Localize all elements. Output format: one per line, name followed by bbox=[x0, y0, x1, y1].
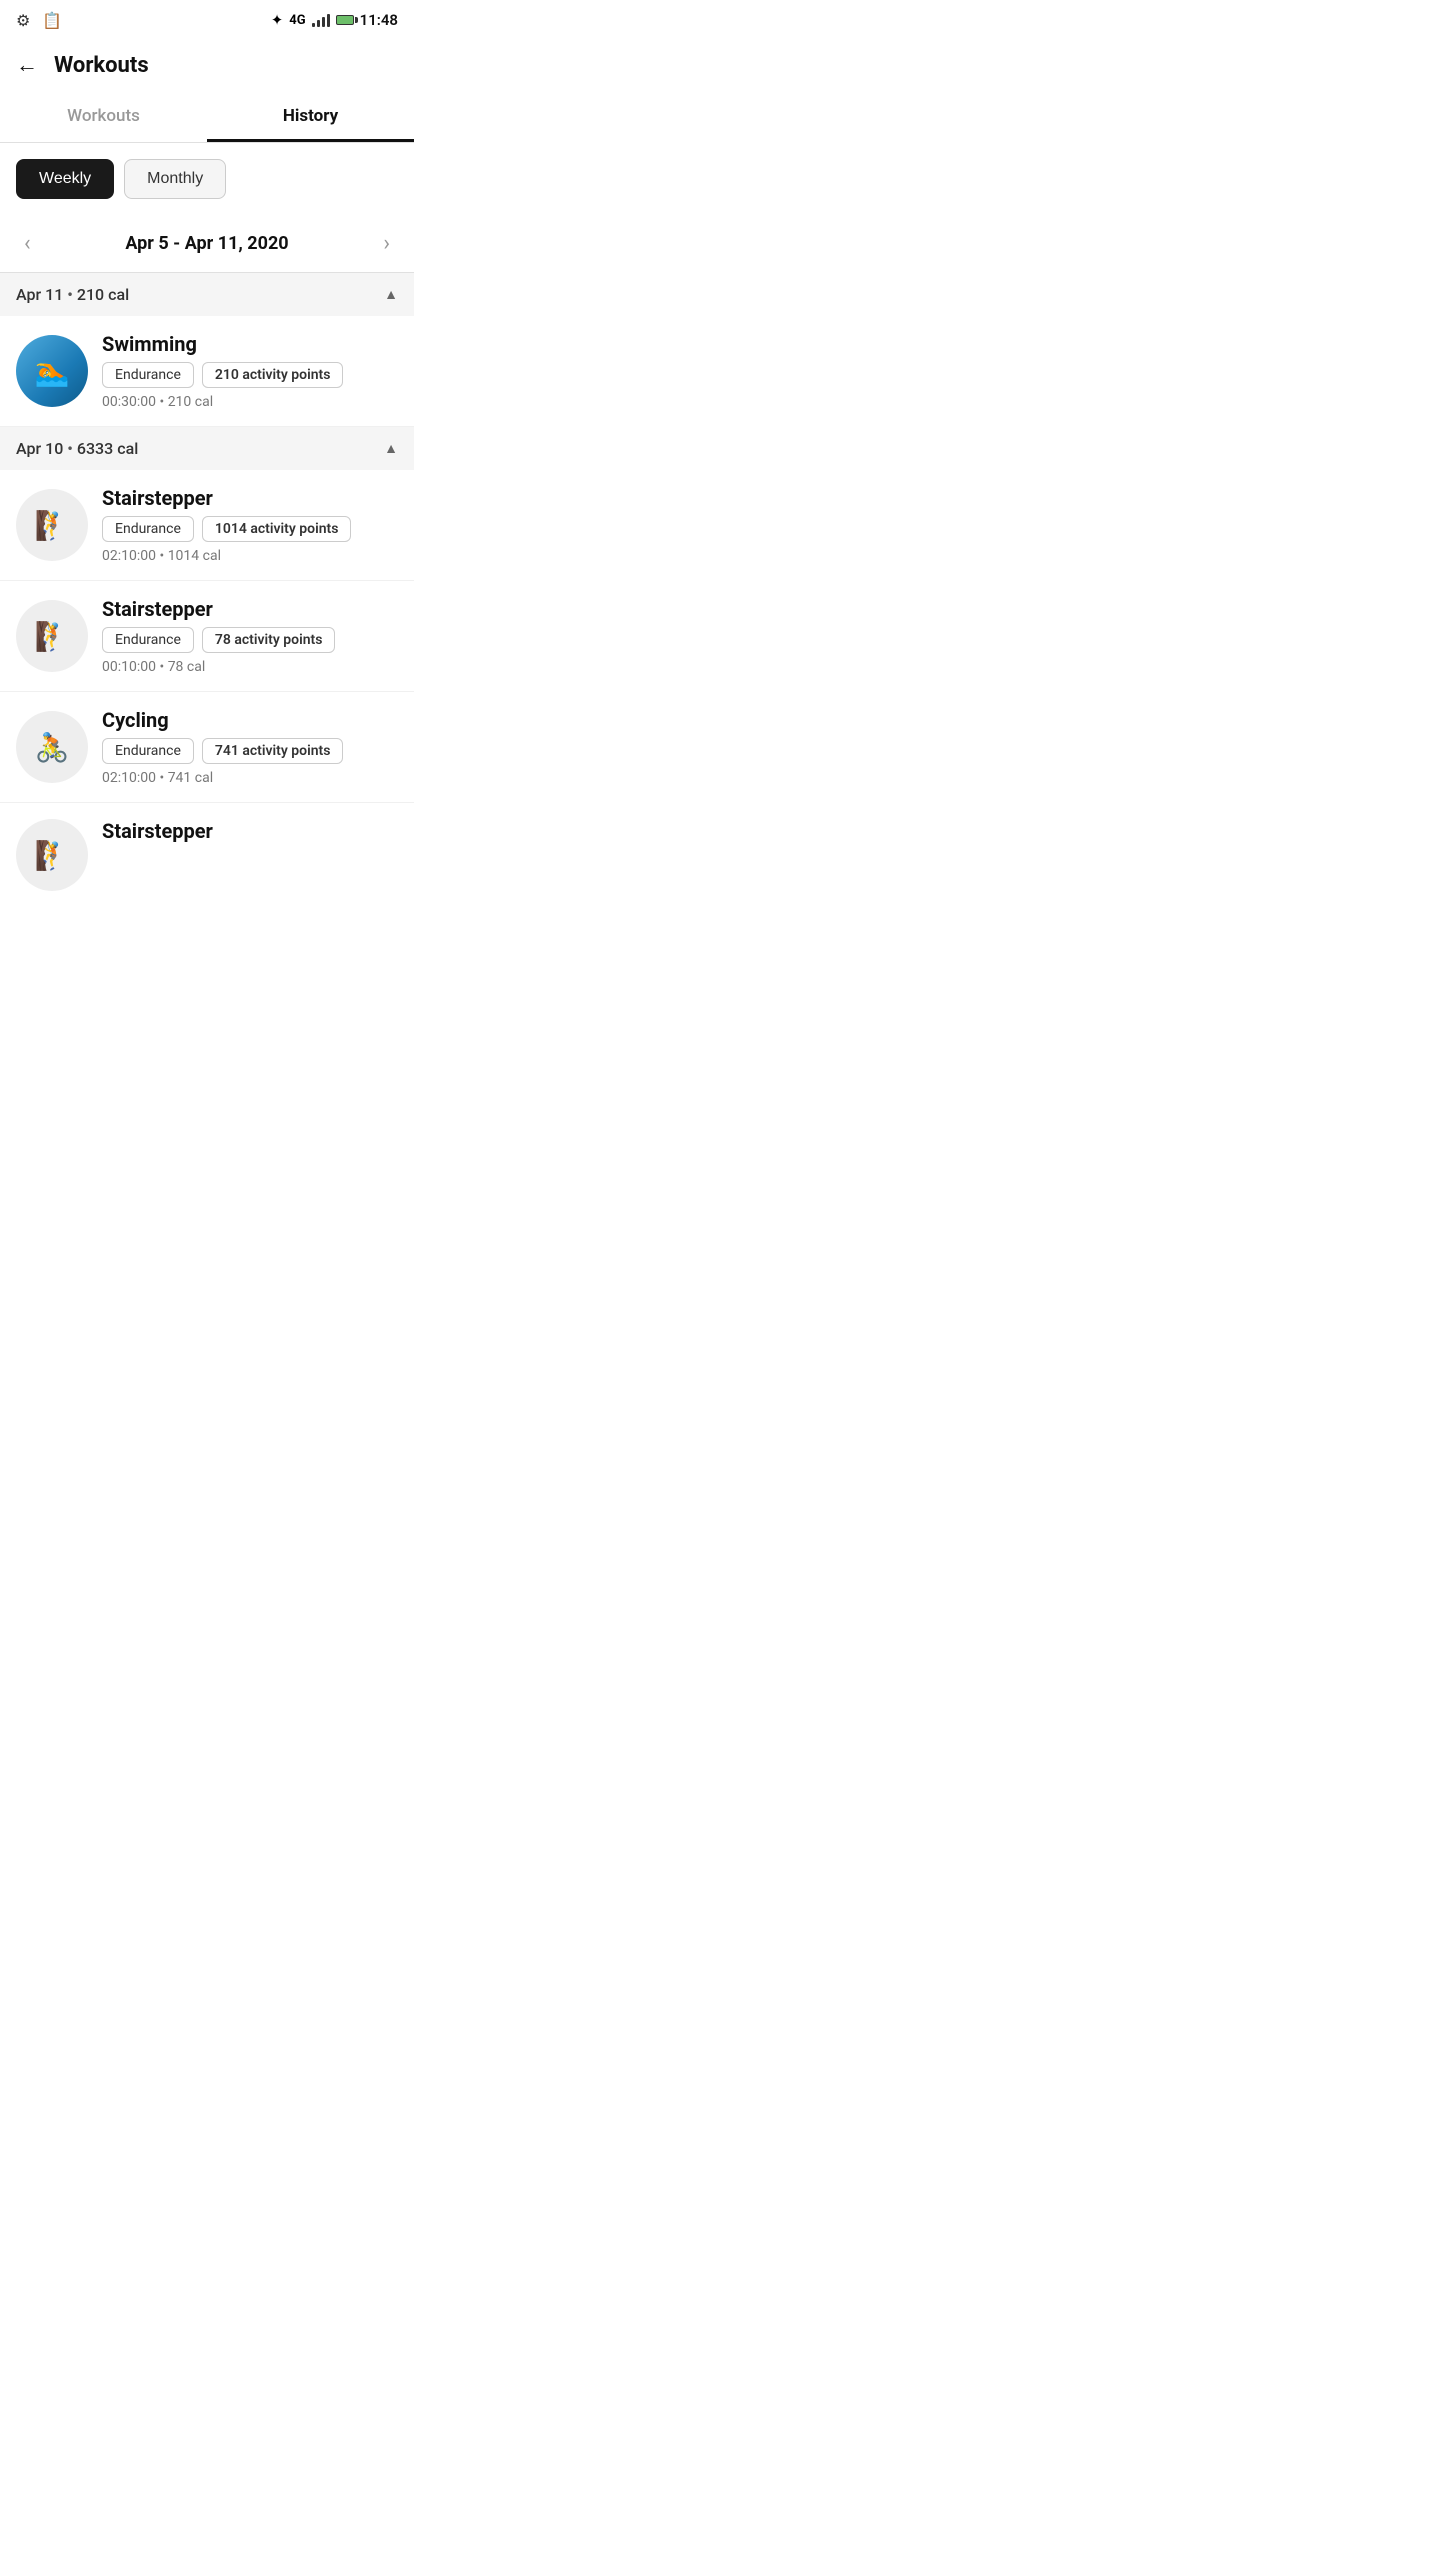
tag-endurance-stairstepper2: Endurance bbox=[102, 627, 194, 653]
workout-item-stairstepper3-partial[interactable]: 🧗 Stairstepper bbox=[0, 803, 414, 899]
status-time: 11:48 bbox=[360, 11, 398, 29]
workout-tags-swimming: Endurance 210 activity points bbox=[102, 362, 398, 388]
signal-icon bbox=[312, 13, 330, 27]
workout-image-stairstepper3: 🧗 bbox=[16, 819, 88, 891]
tag-endurance-stairstepper1: Endurance bbox=[102, 516, 194, 542]
day-section-apr11[interactable]: Apr 11 • 210 cal ▲ bbox=[0, 273, 414, 316]
filter-monthly-button[interactable]: Monthly bbox=[124, 159, 226, 199]
settings-icon: ⚙ bbox=[16, 11, 30, 30]
tag-endurance-cycling: Endurance bbox=[102, 738, 194, 764]
workout-tags-cycling: Endurance 741 activity points bbox=[102, 738, 398, 764]
tag-points-stairstepper2: 78 activity points bbox=[202, 627, 336, 653]
tab-workouts[interactable]: Workouts bbox=[0, 90, 207, 142]
workout-meta-cycling: 02:10:00 • 741 cal bbox=[102, 770, 398, 786]
collapse-icon-apr11: ▲ bbox=[384, 286, 398, 303]
workout-meta-swimming: 00:30:00 • 210 cal bbox=[102, 394, 398, 410]
workout-meta-stairstepper1: 02:10:00 • 1014 cal bbox=[102, 548, 398, 564]
workout-info-cycling: Cycling Endurance 741 activity points 02… bbox=[102, 708, 398, 786]
workout-name-stairstepper1: Stairstepper bbox=[102, 486, 398, 510]
workout-tags-stairstepper1: Endurance 1014 activity points bbox=[102, 516, 398, 542]
workout-item-stairstepper1[interactable]: 🧗 Stairstepper Endurance 1014 activity p… bbox=[0, 470, 414, 581]
workout-image-swimming: 🏊 bbox=[16, 335, 88, 407]
day-label-apr11: Apr 11 • 210 cal bbox=[16, 285, 129, 304]
filter-weekly-button[interactable]: Weekly bbox=[16, 159, 114, 199]
workout-item-stairstepper2[interactable]: 🧗 Stairstepper Endurance 78 activity poi… bbox=[0, 581, 414, 692]
workout-item-swimming[interactable]: 🏊 Swimming Endurance 210 activity points… bbox=[0, 316, 414, 427]
date-range-label: Apr 5 - Apr 11, 2020 bbox=[125, 233, 288, 254]
workout-image-stairstepper1: 🧗 bbox=[16, 489, 88, 561]
workout-tags-stairstepper2: Endurance 78 activity points bbox=[102, 627, 398, 653]
back-button[interactable]: ← bbox=[16, 52, 38, 78]
app-bar: ← Workouts bbox=[0, 40, 414, 90]
workout-name-swimming: Swimming bbox=[102, 332, 398, 356]
date-navigation: ‹ Apr 5 - Apr 11, 2020 › bbox=[0, 215, 414, 273]
status-left-icons: ⚙ 📋 bbox=[16, 11, 62, 30]
collapse-icon-apr10: ▲ bbox=[384, 440, 398, 457]
workout-name-cycling: Cycling bbox=[102, 708, 398, 732]
tag-points-stairstepper1: 1014 activity points bbox=[202, 516, 352, 542]
workout-info-swimming: Swimming Endurance 210 activity points 0… bbox=[102, 332, 398, 410]
workout-image-stairstepper2: 🧗 bbox=[16, 600, 88, 672]
network-label: 4G bbox=[289, 13, 305, 28]
tag-points-swimming: 210 activity points bbox=[202, 362, 344, 388]
workout-item-cycling[interactable]: 🚴 Cycling Endurance 741 activity points … bbox=[0, 692, 414, 803]
tab-bar: Workouts History bbox=[0, 90, 414, 143]
workout-info-stairstepper3: Stairstepper bbox=[102, 819, 398, 849]
battery-icon bbox=[336, 15, 354, 25]
workout-info-stairstepper2: Stairstepper Endurance 78 activity point… bbox=[102, 597, 398, 675]
bluetooth-icon: ✦ bbox=[271, 11, 284, 29]
tag-endurance-swimming: Endurance bbox=[102, 362, 194, 388]
workout-info-stairstepper1: Stairstepper Endurance 1014 activity poi… bbox=[102, 486, 398, 564]
page-title: Workouts bbox=[54, 53, 149, 78]
workout-name-stairstepper3: Stairstepper bbox=[102, 819, 398, 843]
day-label-apr10: Apr 10 • 6333 cal bbox=[16, 439, 138, 458]
workout-name-stairstepper2: Stairstepper bbox=[102, 597, 398, 621]
workout-image-cycling: 🚴 bbox=[16, 711, 88, 783]
day-section-apr10[interactable]: Apr 10 • 6333 cal ▲ bbox=[0, 427, 414, 470]
filter-row: Weekly Monthly bbox=[0, 143, 414, 215]
tag-points-cycling: 741 activity points bbox=[202, 738, 344, 764]
workout-meta-stairstepper2: 00:10:00 • 78 cal bbox=[102, 659, 398, 675]
status-right-icons: ✦ 4G 11:48 bbox=[271, 11, 398, 29]
prev-date-button[interactable]: ‹ bbox=[16, 227, 39, 260]
next-date-button[interactable]: › bbox=[375, 227, 398, 260]
task-icon: 📋 bbox=[42, 11, 62, 30]
tab-history[interactable]: History bbox=[207, 90, 414, 142]
status-bar: ⚙ 📋 ✦ 4G 11:48 bbox=[0, 0, 414, 40]
